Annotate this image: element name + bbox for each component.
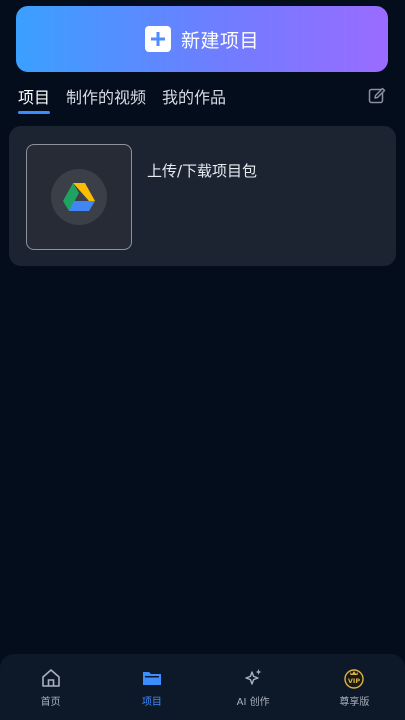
new-project-label: 新建项目 <box>180 29 259 52</box>
home-icon <box>41 668 60 687</box>
project-card[interactable]: 上传/下载项目包 <box>9 126 396 266</box>
project-thumbnail[interactable] <box>26 144 132 250</box>
plus-icon <box>144 26 171 52</box>
nav-item-projects[interactable]: 项目 <box>101 654 202 720</box>
project-card-title[interactable]: 上传/下载项目包 <box>147 160 257 181</box>
tab-bar: 项目 制作的视频 我的作品 <box>18 84 387 114</box>
nav-label-home: 首页 <box>40 696 61 708</box>
folder-icon <box>142 671 161 685</box>
nav-item-home[interactable]: 首页 <box>0 654 101 720</box>
nav-item-ai-create[interactable]: AI 创作 <box>203 654 304 720</box>
tab-my-works[interactable]: 我的作品 <box>162 84 226 108</box>
sparkle-icon <box>245 668 262 685</box>
nav-label-projects: 项目 <box>141 696 162 708</box>
edit-icon[interactable] <box>367 86 387 106</box>
new-project-button[interactable]: 新建项目 <box>16 6 388 72</box>
nav-item-vip[interactable]: VIP 尊享版 <box>304 654 405 720</box>
vip-crown-icon: VIP <box>344 668 365 689</box>
svg-text:VIP: VIP <box>348 677 360 685</box>
nav-label-ai-create: AI 创作 <box>236 696 270 708</box>
tab-projects[interactable]: 项目 <box>18 84 51 114</box>
nav-label-vip: 尊享版 <box>339 696 370 708</box>
tab-made-videos[interactable]: 制作的视频 <box>66 84 146 108</box>
google-drive-icon <box>51 169 107 225</box>
bottom-navigation: 首页 项目 AI 创作 VIP 尊享版 <box>0 654 405 720</box>
